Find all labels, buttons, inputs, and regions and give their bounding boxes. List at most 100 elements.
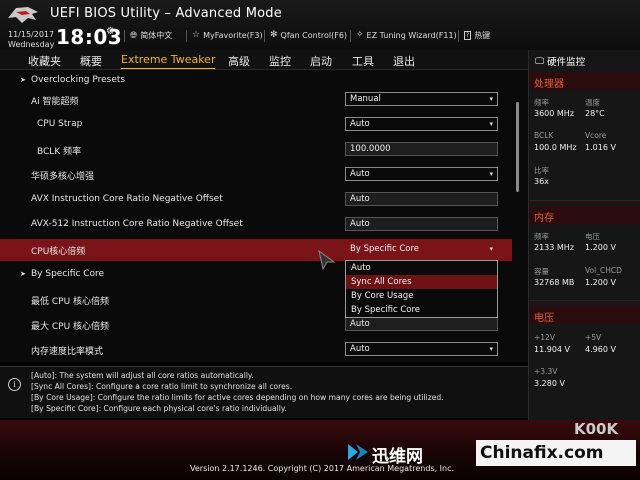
dropdown-option-by-core-usage[interactable]: By Core Usage (346, 289, 497, 303)
ratio-value: 36x (534, 177, 549, 186)
help-text-line: [By Specific Core]: Configure each physi… (31, 404, 287, 413)
rog-logo-icon (8, 7, 38, 23)
setting-row-memory-ratio-mode: 内存速度比率模式 Auto ▾ (0, 339, 512, 361)
tab-extreme-tweaker[interactable]: Extreme Tweaker (121, 53, 216, 69)
setting-label: CPU Strap (37, 119, 83, 129)
setting-row-multicore-enhancement: 华硕多核心增强 Auto ▾ (0, 164, 512, 186)
section-divider (529, 300, 640, 301)
cpu-core-ratio-dropdown: Auto Sync All Cores By Core Usage By Spe… (345, 260, 498, 318)
cpu-freq-label: 频率 (534, 98, 549, 107)
settings-scrollbar[interactable] (516, 102, 519, 192)
ai-overclock-select[interactable]: Manual ▾ (345, 92, 498, 106)
help-panel: i [Auto]: The system will adjust all cor… (0, 366, 528, 418)
help-text-line: [Sync All Cores]: Configure a core ratio… (31, 382, 293, 391)
toolbar-divider (264, 30, 265, 42)
chevron-down-icon: ▾ (489, 345, 493, 353)
monitor-title: 🖵︎ 硬件监控 (535, 54, 585, 69)
mem-volt-value: 1.200 V (585, 243, 616, 252)
qfan-control-button[interactable]: ✻ Qfan Control(F6) (270, 30, 347, 40)
weekday-text: Wednesday (8, 40, 55, 49)
tab-exit[interactable]: 退出 (393, 53, 415, 69)
select-value: Auto (350, 169, 370, 179)
setting-row-ai-overclock: Ai 智能超频 Manual ▾ (0, 89, 512, 111)
cpu-section-header: 处理器 (529, 72, 640, 90)
monitor-icon: 🖵︎ (535, 55, 545, 67)
bclk-input[interactable]: 100.0000 (345, 142, 498, 156)
setting-label: BCLK 频率 (37, 147, 82, 157)
main-tabs: 收藏夹 概要 Extreme Tweaker 高级 监控 启动 工具 退出 (0, 50, 528, 70)
globe-icon: 🌐︎ (130, 30, 138, 41)
tab-boot[interactable]: 启动 (310, 53, 332, 69)
setting-label: 最低 CPU 核心倍频 (31, 297, 110, 307)
cpu-temp-label: 温度 (585, 98, 600, 107)
dropdown-option-by-specific-core[interactable]: By Specific Core (346, 303, 497, 317)
myfavorite-button[interactable]: ☆ MyFavorite(F3) (192, 30, 263, 40)
star-icon: ☆ (192, 30, 201, 40)
v12-value: 11.904 V (534, 345, 571, 354)
date-text: 11/15/2017 (8, 30, 55, 39)
watermark-kook: K00K (574, 420, 619, 438)
toolbar-divider (186, 30, 187, 42)
tab-tool[interactable]: 工具 (352, 53, 374, 69)
mouse-cursor-icon (318, 250, 336, 270)
toolbar-divider (350, 30, 351, 42)
help-text-line: [Auto]: The system will adjust all core … (31, 371, 254, 380)
v5-label: +5V (585, 333, 602, 342)
cpu-strap-select[interactable]: Auto ▾ (345, 117, 498, 131)
dropdown-option-sync-all-cores[interactable]: Sync All Cores (346, 275, 497, 289)
toolbar-divider (124, 30, 125, 42)
watermark-xunwei: 迅维网 (372, 447, 423, 467)
mem-freq-value: 2133 MHz (534, 243, 575, 252)
myfavorite-label: MyFavorite(F3) (203, 30, 263, 40)
watermark-chinafix: Chinafix.com (476, 440, 636, 466)
dropdown-option-auto[interactable]: Auto (346, 261, 497, 275)
date-display: 11/15/2017 Wednesday (8, 30, 54, 50)
language-button[interactable]: 🌐︎ 简体中文 (130, 30, 172, 41)
tab-main[interactable]: 概要 (80, 53, 102, 69)
memory-ratio-mode-select[interactable]: Auto ▾ (345, 342, 498, 356)
select-value: Manual (350, 94, 381, 104)
multicore-enhancement-select[interactable]: Auto ▾ (345, 167, 498, 181)
section-title: 电压 (534, 313, 554, 324)
tab-monitor[interactable]: 监控 (269, 53, 291, 69)
mem-capacity-label: 容量 (534, 267, 549, 276)
toolbar-divider (458, 30, 459, 42)
voltage-section-header: 电压 (529, 306, 640, 324)
select-value: By Specific Core (350, 244, 420, 254)
cpu-freq-value: 3600 MHz (534, 109, 575, 118)
setting-label: Ai 智能超频 (31, 97, 79, 107)
chevron-right-icon: ➤ (20, 270, 26, 278)
avx-offset-input[interactable]: Auto (345, 192, 498, 206)
setting-row-bclk: BCLK 频率 100.0000 (0, 139, 512, 161)
chevron-down-icon: ▾ (489, 120, 493, 128)
input-value: Auto (350, 194, 370, 204)
setting-row-cpu-strap: CPU Strap Auto ▾ (0, 114, 512, 136)
setting-label: 内存速度比率模式 (31, 347, 104, 357)
language-label: 简体中文 (140, 31, 173, 40)
avx512-offset-input[interactable]: Auto (345, 217, 498, 231)
vcore-value: 1.016 V (585, 143, 616, 152)
help-key-icon: ? (464, 31, 472, 40)
hotkeys-label: 热键 (474, 31, 491, 40)
help-text-line: [By Core Usage]: Configure the ratio lim… (31, 393, 444, 402)
v5-value: 4.960 V (585, 345, 616, 354)
tab-advanced[interactable]: 高级 (228, 53, 250, 69)
footer-bar: Version 2.17.1246. Copyright (C) 2017 Am… (0, 420, 640, 480)
hotkeys-button[interactable]: ? 热键 (464, 30, 490, 41)
mem-capacity-value: 32768 MB (534, 278, 575, 287)
input-value: Auto (350, 319, 370, 329)
v12-label: +12V (534, 333, 555, 342)
gear-icon[interactable]: ⚙ (106, 26, 115, 37)
chevron-down-icon: ▾ (489, 170, 493, 178)
v33-value: 3.280 V (534, 379, 565, 388)
v33-label: +3.3V (534, 367, 558, 376)
vol-chcd-value: 1.200 V (585, 278, 616, 287)
tab-favorites[interactable]: 收藏夹 (28, 53, 61, 69)
ez-tuning-wizard-button[interactable]: ✧ EZ Tuning Wizard(F11) (356, 30, 457, 40)
max-cpu-ratio-input[interactable]: Auto (345, 317, 498, 331)
bclk-value: 100.0 MHz (534, 143, 577, 152)
cpu-core-ratio-select[interactable]: By Specific Core ▾ (345, 242, 498, 256)
mem-freq-label: 频率 (534, 232, 549, 241)
setting-row-cpu-core-ratio[interactable]: CPU核心倍频 By Specific Core ▾ (0, 239, 512, 261)
setting-label: CPU核心倍频 (31, 247, 86, 257)
